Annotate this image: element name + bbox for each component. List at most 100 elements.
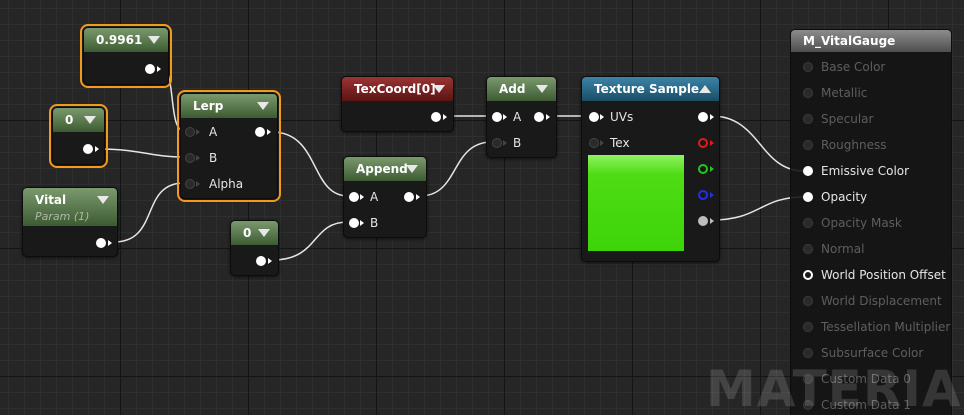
collapse-arrow-icon[interactable] <box>97 196 109 204</box>
node-title: TexCoord[0] <box>354 82 436 96</box>
node-title: Append <box>356 162 408 176</box>
material-input-pin[interactable] <box>803 322 813 332</box>
material-input-label: World Position Offset <box>821 268 946 282</box>
vital-parameter-node[interactable]: Vital Param (1) <box>22 187 118 257</box>
add-node[interactable]: Add A B <box>486 76 557 158</box>
material-input-label: Normal <box>821 242 865 256</box>
input-label-alpha: Alpha <box>209 177 244 191</box>
input-label-b: B <box>370 216 379 230</box>
input-pin-arrow-icon <box>360 194 364 200</box>
input-label-tex: Tex <box>610 136 630 150</box>
collapse-arrow-icon[interactable] <box>84 116 96 124</box>
constant-node-0.9961[interactable]: 0.9961 <box>80 24 172 88</box>
parameter-node-header: Vital Param (1) <box>23 188 117 226</box>
material-input-label: Base Color <box>821 60 886 74</box>
output-pin-blue[interactable] <box>698 190 708 200</box>
material-graph-canvas[interactable]: 0.9961 0 Vital Param (1) Lerp A B Alpha <box>0 0 964 415</box>
collapse-arrow-icon[interactable] <box>258 229 270 237</box>
material-input-pin[interactable] <box>803 140 813 150</box>
material-input-pin[interactable] <box>803 218 813 228</box>
output-pin[interactable] <box>96 238 106 248</box>
output-pin-arrow-icon <box>95 146 99 152</box>
output-pin-arrow-icon <box>416 194 420 200</box>
material-result-node[interactable]: M_VitalGauge Base Color Metallic Specular R… <box>790 29 952 415</box>
lerp-node[interactable]: Lerp A B Alpha <box>177 90 281 202</box>
material-input-label: Subsurface Color <box>821 346 924 360</box>
texture-sample-node[interactable]: Texture Sample UVs Tex <box>581 76 720 262</box>
texcoord-node-header: TexCoord[0] <box>342 77 453 101</box>
output-pin-red[interactable] <box>698 138 708 148</box>
material-input-pin[interactable] <box>803 166 813 176</box>
append-node-header: Append <box>344 157 426 181</box>
collapse-arrow-icon[interactable] <box>433 85 445 93</box>
input-pin-a[interactable] <box>185 127 195 137</box>
constant-node-header: 0 <box>231 221 278 245</box>
input-pin-b[interactable] <box>185 153 195 163</box>
wire-const-bottom-to-append-b <box>271 221 349 261</box>
wire-const-mid-to-lerp-b <box>98 148 185 158</box>
output-pin-arrow-icon <box>157 66 161 72</box>
material-input-label: Roughness <box>821 138 887 152</box>
input-label-b: B <box>209 151 218 165</box>
collapse-arrow-icon[interactable] <box>406 165 418 173</box>
material-input-pin[interactable] <box>803 62 813 72</box>
output-pin[interactable] <box>145 64 155 74</box>
material-input-pin[interactable] <box>803 296 813 306</box>
lerp-node-header: Lerp <box>181 94 277 118</box>
collapse-arrow-icon[interactable] <box>257 102 269 110</box>
output-pin-arrow-icon <box>268 258 272 264</box>
output-pin[interactable] <box>534 112 544 122</box>
material-input-label: Opacity <box>821 190 868 204</box>
input-pin-a[interactable] <box>349 192 359 202</box>
input-pin-uvs[interactable] <box>589 112 599 122</box>
collapse-arrow-icon[interactable] <box>536 85 548 93</box>
parameter-subtitle: Param (1) <box>35 210 90 223</box>
input-pin-arrow-icon <box>600 114 604 120</box>
input-pin-arrow-icon <box>503 114 507 120</box>
output-pin-rgb[interactable] <box>698 112 708 122</box>
material-input-pin[interactable] <box>803 114 813 124</box>
constant-node-header: 0.9961 <box>84 28 168 52</box>
collapse-arrow-icon[interactable] <box>699 85 711 93</box>
input-pin-arrow-icon <box>196 155 200 161</box>
output-pin[interactable] <box>404 192 414 202</box>
output-pin-arrow-icon <box>267 129 271 135</box>
material-input-label: Specular <box>821 112 874 126</box>
material-input-label: Opacity Mask <box>821 216 902 230</box>
input-pin-arrow-icon <box>196 181 200 187</box>
output-pin[interactable] <box>255 127 265 137</box>
input-pin-b[interactable] <box>349 218 359 228</box>
input-pin-arrow-icon <box>600 140 604 146</box>
material-input-pin[interactable] <box>803 192 813 202</box>
constant-value: 0 <box>243 226 252 240</box>
collapse-arrow-icon[interactable] <box>148 36 160 44</box>
output-pin-arrow-icon <box>546 114 550 120</box>
output-pin-arrow-icon <box>108 240 112 246</box>
output-pin[interactable] <box>431 112 441 122</box>
input-pin-a[interactable] <box>492 112 502 122</box>
output-pin[interactable] <box>83 144 93 154</box>
constant-value: 0.9961 <box>96 33 143 47</box>
material-result-header: M_VitalGauge <box>791 30 951 52</box>
material-input-pin[interactable] <box>803 244 813 254</box>
output-pin-alpha[interactable] <box>698 216 708 226</box>
constant-node-0-mid[interactable]: 0 <box>49 104 108 168</box>
material-input-label: Emissive Color <box>821 164 910 178</box>
append-node[interactable]: Append A B <box>343 156 427 238</box>
output-pin-green[interactable] <box>698 164 708 174</box>
node-title: Add <box>499 82 526 96</box>
input-pin-tex[interactable] <box>589 138 599 148</box>
input-pin-arrow-icon <box>503 140 507 146</box>
input-label-b: B <box>513 136 522 150</box>
input-label-a: A <box>370 190 379 204</box>
output-pin[interactable] <box>256 256 266 266</box>
material-input-pin[interactable] <box>803 270 813 280</box>
constant-node-0-bottom[interactable]: 0 <box>230 220 279 276</box>
input-pin-alpha[interactable] <box>185 179 195 189</box>
material-input-pin[interactable] <box>803 88 813 98</box>
material-input-pin[interactable] <box>803 348 813 358</box>
input-pin-b[interactable] <box>492 138 502 148</box>
material-name: M_VitalGauge <box>803 34 896 48</box>
texture-sample-node-header: Texture Sample <box>582 77 719 101</box>
texcoord-node[interactable]: TexCoord[0] <box>341 76 454 132</box>
